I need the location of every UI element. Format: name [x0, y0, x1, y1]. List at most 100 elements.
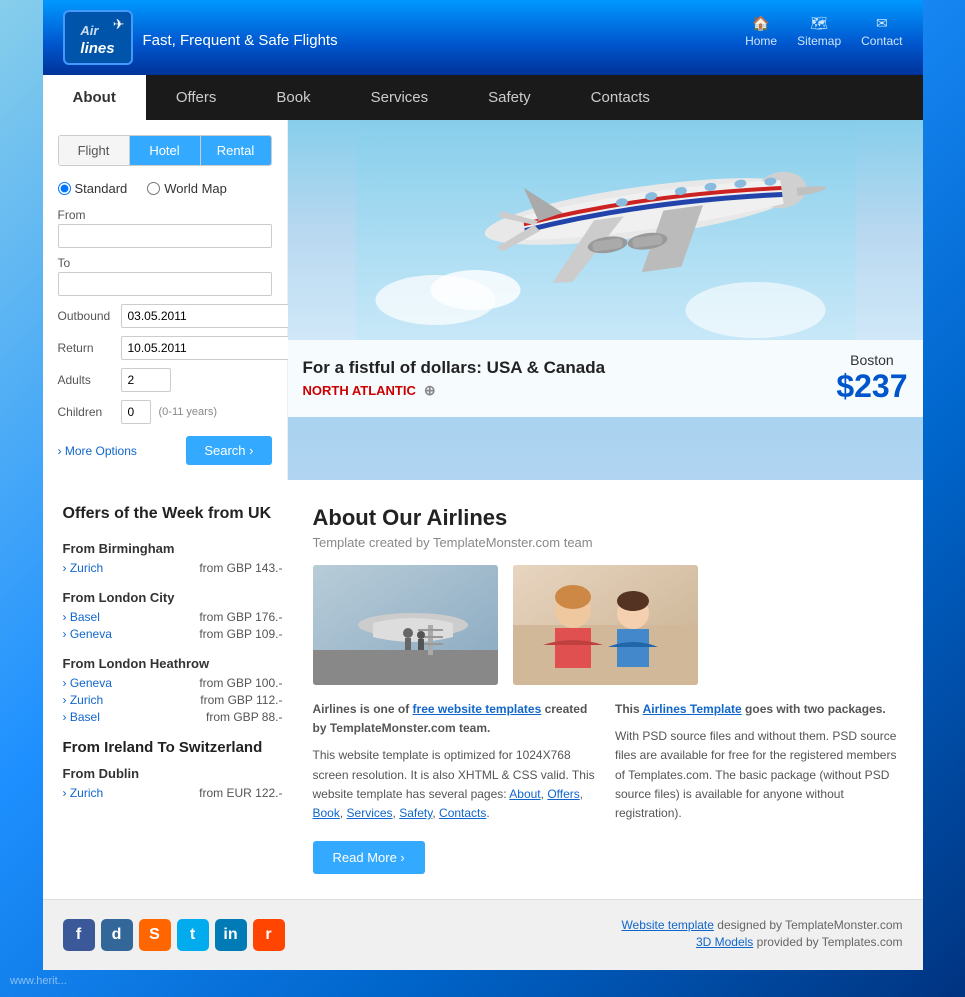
contact-icon: ✉	[876, 15, 888, 32]
content-area: Flight Hotel Rental Standard World Map	[43, 120, 923, 480]
nav-sitemap[interactable]: 🗺 Sitemap	[797, 15, 841, 48]
offers-link[interactable]: Offers	[547, 787, 579, 801]
standard-radio[interactable]	[58, 182, 71, 195]
boarding-image-svg	[313, 565, 498, 685]
tab-rental[interactable]: Rental	[201, 136, 271, 165]
social-icons: f d S t in r	[63, 919, 285, 951]
nav-services[interactable]: Services	[341, 75, 459, 120]
nav-home[interactable]: 🏠 Home	[745, 15, 777, 48]
about-columns: Airlines is one of free website template…	[313, 700, 903, 874]
people-image-svg	[513, 565, 698, 685]
offer-link-geneva-1[interactable]: Geneva	[63, 627, 112, 641]
nav-safety[interactable]: Safety	[458, 75, 561, 120]
outbound-row: Outbound +/- 0 Days	[58, 304, 272, 328]
safety-link[interactable]: Safety	[399, 806, 432, 820]
adults-input[interactable]	[121, 368, 171, 392]
nav-contacts[interactable]: Contacts	[561, 75, 680, 120]
offer-price-6: from GBP 88.-	[206, 710, 282, 724]
to-label: To	[58, 256, 272, 270]
offer-link-zurich-1[interactable]: Zurich	[63, 561, 104, 575]
offer-link-zurich-3[interactable]: Zurich	[63, 786, 104, 800]
offers-section2-title: From Ireland To Switzerland	[63, 739, 283, 756]
to-input[interactable]	[58, 272, 272, 296]
banner-route: NORTH ATLANTIC ⊕	[303, 382, 606, 399]
offer-price-4: from GBP 100.-	[199, 676, 282, 690]
reddit-icon[interactable]: r	[253, 919, 285, 951]
offer-item: Zurich from GBP 112.-	[63, 693, 283, 707]
offer-price-5: from GBP 112.-	[200, 693, 282, 707]
offer-link-basel-1[interactable]: Basel	[63, 610, 100, 624]
about-col-2: This Airlines Template goes with two pac…	[615, 700, 903, 874]
offer-item: Basel from GBP 176.-	[63, 610, 283, 624]
offer-item: Basel from GBP 88.-	[63, 710, 283, 724]
worldmap-radio[interactable]	[147, 182, 160, 195]
about-link[interactable]: About	[509, 787, 540, 801]
children-row: Children (0-11 years)	[58, 400, 272, 424]
tab-flight[interactable]: Flight	[59, 136, 130, 165]
delicious-icon[interactable]: d	[101, 919, 133, 951]
offer-item: Zurich from EUR 122.-	[63, 786, 283, 800]
hero-area: For a fistful of dollars: USA & Canada N…	[288, 120, 923, 480]
contacts-link[interactable]: Contacts	[439, 806, 486, 820]
plane-image-area	[288, 120, 923, 340]
footer: f d S t in r Website template designed b…	[43, 899, 923, 970]
3d-models-link[interactable]: 3D Models	[696, 935, 753, 949]
about-section: About Our Airlines Template created by T…	[313, 505, 903, 874]
logo-area: ✈ Air lines Fast, Frequent & Safe Flight…	[63, 10, 338, 65]
offer-group-dublin: From Dublin Zurich from EUR 122.-	[63, 766, 283, 800]
adults-row: Adults	[58, 368, 272, 392]
website-template-link[interactable]: Website template	[621, 918, 714, 932]
twitter-icon[interactable]: t	[177, 919, 209, 951]
adults-label: Adults	[58, 373, 113, 387]
expand-icon[interactable]: ⊕	[424, 382, 436, 399]
view-options: Standard World Map	[58, 181, 272, 196]
outbound-input[interactable]	[121, 304, 290, 328]
offer-link-geneva-2[interactable]: Geneva	[63, 676, 112, 690]
offer-group-birmingham: From Birmingham Zurich from GBP 143.-	[63, 541, 283, 575]
offer-link-basel-2[interactable]: Basel	[63, 710, 100, 724]
banner-title: For a fistful of dollars: USA & Canada	[303, 358, 606, 378]
facebook-icon[interactable]: f	[63, 919, 95, 951]
services-link[interactable]: Services	[347, 806, 393, 820]
offer-price-2: from GBP 176.-	[199, 610, 282, 624]
airlines-template-link[interactable]: Airlines Template	[643, 702, 742, 716]
read-more-button[interactable]: Read More ›	[313, 841, 425, 874]
nav-about[interactable]: About	[43, 75, 146, 120]
offer-group-heathrow: From London Heathrow Geneva from GBP 100…	[63, 656, 283, 724]
footer-credit-2: 3D Models provided by Templates.com	[621, 935, 902, 949]
hero-banner: For a fistful of dollars: USA & Canada N…	[288, 340, 923, 417]
booking-sidebar: Flight Hotel Rental Standard World Map	[43, 120, 288, 480]
banner-price: Boston $237	[836, 352, 907, 405]
children-label: Children	[58, 405, 113, 419]
about-image-boarding	[313, 565, 498, 685]
nav-contact[interactable]: ✉ Contact	[861, 15, 902, 48]
nav-book[interactable]: Book	[246, 75, 340, 120]
offer-item: Zurich from GBP 143.-	[63, 561, 283, 575]
from-input[interactable]	[58, 224, 272, 248]
return-input[interactable]	[121, 336, 290, 360]
standard-radio-label[interactable]: Standard	[58, 181, 128, 196]
children-input[interactable]	[121, 400, 151, 424]
stumbleupon-icon[interactable]: S	[139, 919, 171, 951]
search-button[interactable]: Search	[186, 436, 271, 465]
offer-link-zurich-2[interactable]: Zurich	[63, 693, 104, 707]
logo-text: Air lines	[80, 20, 114, 56]
free-templates-link[interactable]: free website templates	[413, 702, 542, 716]
tab-hotel[interactable]: Hotel	[130, 136, 201, 165]
page-wrapper: ✈ Air lines Fast, Frequent & Safe Flight…	[0, 0, 965, 970]
booking-tabs: Flight Hotel Rental	[58, 135, 272, 166]
more-options-link[interactable]: More Options	[58, 444, 137, 458]
nav-offers[interactable]: Offers	[146, 75, 247, 120]
worldmap-radio-label[interactable]: World Map	[147, 181, 227, 196]
footer-credit-1: Website template designed by TemplateMon…	[621, 918, 902, 932]
linkedin-icon[interactable]: in	[215, 919, 247, 951]
home-icon: 🏠	[752, 15, 769, 32]
offer-city-4: From Dublin	[63, 766, 283, 781]
book-link[interactable]: Book	[313, 806, 340, 820]
offers-title: Offers of the Week from UK	[63, 505, 283, 523]
about-subtitle: Template created by TemplateMonster.com …	[313, 535, 903, 550]
children-suffix: (0-11 years)	[159, 406, 217, 418]
footer-links: Website template designed by TemplateMon…	[621, 918, 902, 952]
header: ✈ Air lines Fast, Frequent & Safe Flight…	[43, 0, 923, 75]
main-navigation: About Offers Book Services Safety Contac…	[43, 75, 923, 120]
